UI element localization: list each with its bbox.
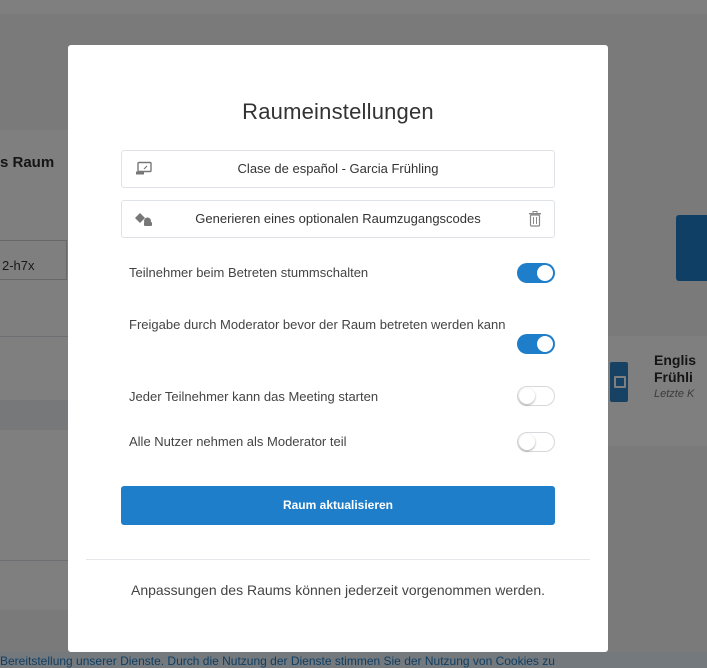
toggle-anyone-can-start[interactable] bbox=[517, 386, 555, 406]
option-mute-on-join: Teilnehmer beim Betreten stummschalten bbox=[121, 262, 555, 283]
room-name-icon bbox=[135, 161, 153, 177]
room-name-value: Clase de español - Garcia Frühling bbox=[237, 161, 439, 176]
option-all-moderators: Alle Nutzer nehmen als Moderator teil bbox=[121, 431, 555, 452]
toggle-all-moderators[interactable] bbox=[517, 432, 555, 452]
option-label: Freigabe durch Moderator bevor der Raum … bbox=[129, 317, 506, 332]
key-icon bbox=[135, 211, 153, 227]
room-name-field[interactable]: Clase de español - Garcia Frühling bbox=[121, 150, 555, 188]
toggle-mute-on-join[interactable] bbox=[517, 263, 555, 283]
toggle-knob bbox=[537, 336, 553, 352]
access-code-field[interactable]: Generieren eines optionalen Raumzugangsc… bbox=[121, 200, 555, 238]
trash-icon[interactable] bbox=[528, 211, 542, 227]
toggle-require-approval[interactable] bbox=[517, 334, 555, 354]
modal-divider bbox=[86, 559, 590, 560]
option-label: Jeder Teilnehmer kann das Meeting starte… bbox=[129, 389, 379, 404]
access-code-text: Generieren eines optionalen Raumzugangsc… bbox=[195, 211, 481, 226]
modal-footer-note: Anpassungen des Raums können jederzeit v… bbox=[130, 582, 546, 598]
update-room-button[interactable]: Raum aktualisieren bbox=[121, 486, 555, 525]
option-label: Alle Nutzer nehmen als Moderator teil bbox=[129, 434, 347, 449]
toggle-knob bbox=[537, 265, 553, 281]
room-settings-modal: Raumeinstellungen Clase de español - Gar… bbox=[68, 45, 608, 652]
toggle-knob bbox=[519, 434, 535, 450]
option-label: Teilnehmer beim Betreten stummschalten bbox=[129, 265, 369, 280]
option-anyone-can-start: Jeder Teilnehmer kann das Meeting starte… bbox=[121, 386, 555, 407]
toggle-knob bbox=[519, 388, 535, 404]
modal-title: Raumeinstellungen bbox=[242, 99, 434, 124]
